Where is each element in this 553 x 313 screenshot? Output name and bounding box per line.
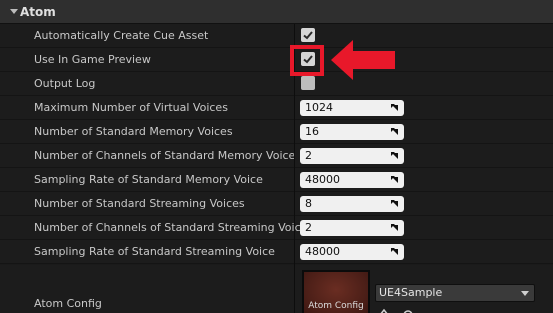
drag-resize-icon[interactable]: [390, 103, 400, 113]
property-label: Number of Channels of Standard Memory Vo…: [34, 149, 296, 162]
property-row: Output Log: [0, 72, 553, 96]
number-value: 48000: [305, 173, 340, 186]
output-log-checkbox[interactable]: [301, 76, 315, 90]
property-row: Sampling Rate of Standard Memory Voice 4…: [0, 168, 553, 192]
checkmark-icon: [303, 31, 313, 40]
details-panel: Atom Automatically Create Cue Asset Use …: [0, 0, 553, 313]
drag-resize-icon[interactable]: [390, 199, 400, 209]
streaming-voice-sampling-rate-input[interactable]: 48000: [300, 244, 404, 260]
chevron-down-icon: [521, 291, 529, 296]
property-row: Use In Game Preview: [0, 48, 553, 72]
asset-combo-value: UE4Sample: [379, 286, 443, 299]
drag-resize-icon[interactable]: [390, 151, 400, 161]
drag-resize-icon[interactable]: [390, 223, 400, 233]
property-label: Output Log: [34, 77, 96, 90]
property-label: Number of Channels of Standard Streaming…: [34, 221, 308, 234]
property-label: Number of Standard Streaming Voices: [34, 197, 245, 210]
property-label: Automatically Create Cue Asset: [34, 29, 209, 42]
memory-voice-channels-input[interactable]: 2: [300, 148, 404, 164]
property-row: Sampling Rate of Standard Streaming Voic…: [0, 240, 553, 264]
property-label: Number of Standard Memory Voices: [34, 125, 233, 138]
number-value: 48000: [305, 245, 340, 258]
property-label: Use In Game Preview: [34, 53, 151, 66]
standard-streaming-voices-input[interactable]: 8: [300, 196, 404, 212]
number-value: 2: [305, 149, 312, 162]
auto-create-cue-checkbox[interactable]: [301, 28, 315, 42]
property-row: Automatically Create Cue Asset: [0, 24, 553, 48]
property-label: Maximum Number of Virtual Voices: [34, 101, 228, 114]
property-row: Number of Standard Memory Voices 16: [0, 120, 553, 144]
category-title: Atom: [20, 5, 56, 19]
number-value: 16: [305, 125, 319, 138]
property-label: Sampling Rate of Standard Memory Voice: [34, 173, 263, 186]
drag-resize-icon[interactable]: [390, 175, 400, 185]
annotation-highlight-box: [290, 45, 324, 76]
number-value: 8: [305, 197, 312, 210]
asset-actions-icon[interactable]: [378, 307, 418, 313]
streaming-voice-channels-input[interactable]: 2: [300, 220, 404, 236]
number-value: 1024: [305, 101, 333, 114]
category-header-atom[interactable]: Atom: [0, 0, 553, 24]
property-label: Atom Config: [34, 297, 102, 310]
left-arrow-icon: [331, 40, 395, 80]
thumbnail-label: Atom Config: [308, 301, 364, 311]
drag-resize-icon[interactable]: [390, 247, 400, 257]
atom-config-thumbnail[interactable]: Atom Config: [302, 270, 370, 313]
property-row: Maximum Number of Virtual Voices 1024: [0, 96, 553, 120]
property-row: Number of Standard Streaming Voices 8: [0, 192, 553, 216]
memory-voice-sampling-rate-input[interactable]: 48000: [300, 172, 404, 188]
property-row: Number of Channels of Standard Streaming…: [0, 216, 553, 240]
property-label: Sampling Rate of Standard Streaming Voic…: [34, 245, 275, 258]
drag-resize-icon[interactable]: [390, 127, 400, 137]
number-value: 2: [305, 221, 312, 234]
triangle-down-icon[interactable]: [10, 9, 18, 14]
standard-memory-voices-input[interactable]: 16: [300, 124, 404, 140]
atom-config-row: Atom Config Atom Config UE4Sample: [0, 265, 553, 313]
max-virtual-voices-input[interactable]: 1024: [300, 100, 404, 116]
property-rows: Automatically Create Cue Asset Use In Ga…: [0, 24, 553, 264]
property-row: Number of Channels of Standard Memory Vo…: [0, 144, 553, 168]
atom-config-asset-combo[interactable]: UE4Sample: [375, 284, 535, 302]
